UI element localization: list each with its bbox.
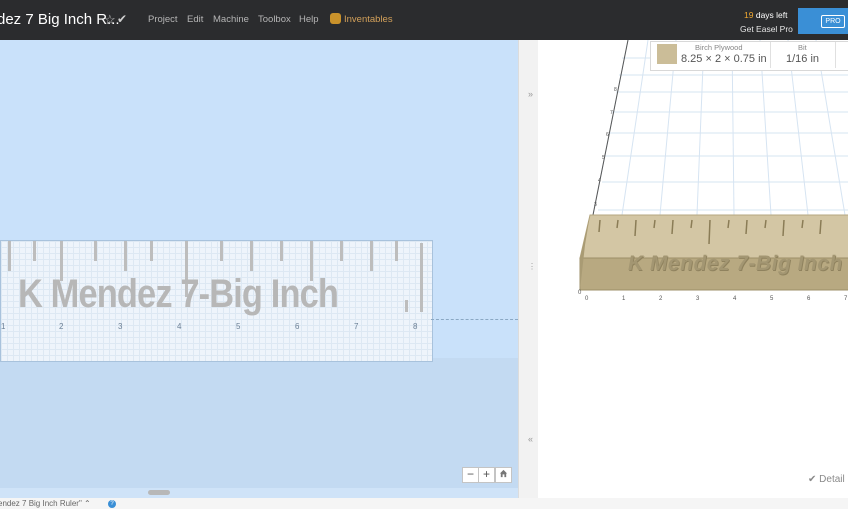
axis-label-x: 4 [177, 322, 182, 331]
material-separator [770, 42, 771, 68]
preview-x-label: 2 [659, 296, 663, 302]
canvas-lower-region [0, 358, 518, 488]
menu-help[interactable]: Help [299, 14, 319, 25]
details-button[interactable]: ✔ Detail [808, 474, 845, 485]
axis-label-x: 6 [295, 322, 300, 331]
ruler-tick[interactable] [340, 241, 343, 261]
double-chevron-left-icon[interactable]: « [528, 434, 533, 444]
preview-x-label: 3 [696, 296, 700, 302]
material-swatch[interactable] [657, 44, 677, 64]
home-icon-glyph [499, 469, 508, 478]
top-bar [0, 0, 848, 41]
preview-x-label: 5 [770, 296, 774, 302]
checkmark-icon: ✔ [117, 12, 128, 26]
grip-dots-icon[interactable]: ⋮ [528, 262, 536, 271]
axis-label-x: 8 [413, 322, 418, 331]
ruler-tick[interactable] [250, 241, 253, 271]
get-easel-pro-link[interactable]: Get Easel Pro [740, 24, 793, 34]
menu-edit[interactable]: Edit [187, 14, 203, 25]
design-canvas[interactable] [0, 40, 518, 488]
file-name-label[interactable]: endez 7 Big Inch Ruler" ⌃ [0, 499, 91, 508]
ruler-tick[interactable] [8, 241, 11, 271]
material-dimensions[interactable]: 8.25 × 2 × 0.75 in [681, 53, 767, 65]
preview-x-label: 4 [733, 296, 737, 302]
ruler-tick[interactable] [395, 241, 398, 261]
check-icon: ✔ [808, 474, 820, 485]
zoom-out-button[interactable]: − [462, 467, 479, 483]
preview-x-label: 7 [844, 296, 848, 302]
preview-y-label: 5 [602, 155, 605, 161]
star-icon[interactable]: ☆ [104, 12, 116, 28]
axis-label-x: 2 [59, 322, 64, 331]
double-chevron-right-icon[interactable]: » [528, 89, 533, 99]
menu-project[interactable]: Project [148, 14, 178, 25]
preview-x-label: 0 [585, 296, 589, 302]
inventables-icon[interactable] [330, 13, 341, 24]
chevron-up-icon[interactable]: ⌃ [84, 499, 91, 508]
trial-days-left: 19 days left [744, 10, 788, 20]
bit-value[interactable]: 1/16 in [786, 53, 819, 65]
ruler-tick[interactable] [94, 241, 97, 261]
preview-y-axis [592, 40, 629, 216]
horizontal-scrollbar[interactable] [148, 490, 170, 495]
menu-inventables[interactable]: Inventables [344, 14, 393, 25]
ruler-tick[interactable] [370, 241, 373, 271]
axis-label-x: 5 [236, 322, 241, 331]
preview-x-label: 1 [622, 296, 626, 302]
details-label: Detail [819, 474, 845, 485]
ruler-tick[interactable] [405, 300, 408, 312]
axis-label-x: 3 [118, 322, 123, 331]
ruler-tick[interactable] [280, 241, 283, 261]
material-name[interactable]: Birch Plywood [695, 43, 743, 52]
ruler-tick[interactable] [220, 241, 223, 261]
preview-y-label: 3 [594, 202, 597, 208]
preview-y-label: 6 [606, 132, 609, 138]
axis-label-x: 7 [354, 322, 359, 331]
pro-badge[interactable]: PRO [821, 15, 845, 28]
ruler-tick[interactable] [33, 241, 36, 261]
preview-y-label: 7 [610, 110, 613, 116]
project-title[interactable]: dez 7 Big Inch R... [0, 11, 120, 28]
preview-y-label: 4 [598, 178, 601, 184]
material-separator [835, 42, 836, 68]
home-icon[interactable] [495, 467, 512, 483]
help-icon[interactable]: ? [108, 500, 116, 508]
axis-label-x: 1 [1, 322, 6, 331]
ruler-tick[interactable] [420, 243, 423, 312]
zoom-in-button[interactable]: + [478, 467, 495, 483]
ruler-text[interactable]: K Mendez 7-Big Inch [18, 272, 339, 317]
menu-machine[interactable]: Machine [213, 14, 249, 25]
ruler-tick[interactable] [124, 241, 127, 271]
material-edge-line [431, 319, 518, 320]
bit-label[interactable]: Bit [798, 43, 807, 52]
preview-x-label: 6 [807, 296, 811, 302]
carved-text: K Mendez 7-Big Inch [626, 252, 845, 275]
preview-y-label: 8 [614, 87, 617, 93]
ruler-tick[interactable] [150, 241, 153, 261]
menu-toolbox[interactable]: Toolbox [258, 14, 291, 25]
status-bar [0, 498, 848, 509]
preview-x-label: 0 [578, 290, 582, 296]
